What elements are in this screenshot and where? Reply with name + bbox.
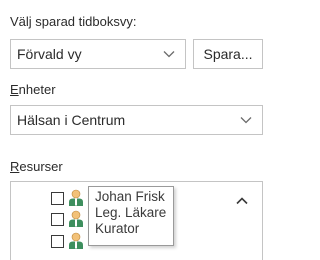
person-icon <box>69 210 83 227</box>
person-icon <box>69 232 83 249</box>
saved-view-label: Välj sparad tidboksvy: <box>10 14 137 29</box>
resource-checkbox[interactable] <box>51 235 64 248</box>
tooltip-name: Johan Frisk <box>95 189 165 204</box>
units-label: Enheter <box>10 82 56 97</box>
units-value: Hälsan i Centrum <box>17 112 126 128</box>
resource-checkbox[interactable] <box>51 192 64 205</box>
resource-filter-panel: Välj sparad tidboksvy: Förvald vy Spara.… <box>0 0 281 260</box>
saved-view-select[interactable]: Förvald vy <box>10 39 186 69</box>
person-icon <box>69 189 83 206</box>
saved-view-value: Förvald vy <box>17 46 82 62</box>
resource-checkbox[interactable] <box>51 213 64 226</box>
scroll-up-icon[interactable] <box>236 197 248 205</box>
resources-label: Resurser <box>10 159 63 174</box>
tooltip-role: Kurator <box>95 221 140 236</box>
save-view-button[interactable]: Spara... <box>193 39 263 69</box>
tooltip-title: Leg. Läkare <box>95 205 167 220</box>
units-select[interactable]: Hälsan i Centrum <box>10 105 263 135</box>
chevron-down-icon <box>240 117 252 124</box>
resource-tooltip: Johan Frisk Leg. Läkare Kurator <box>88 186 174 246</box>
chevron-down-icon <box>163 51 175 58</box>
